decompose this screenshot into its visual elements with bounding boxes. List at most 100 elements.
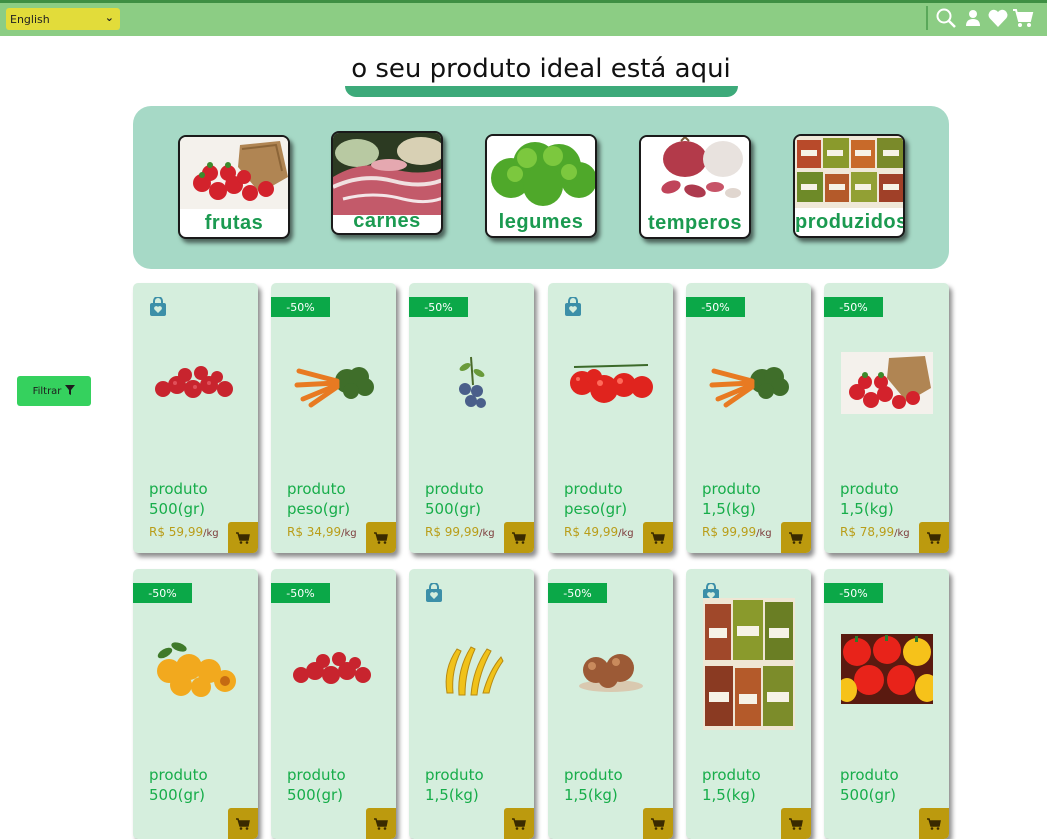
search-icon[interactable] <box>935 7 957 29</box>
price-value: R$ 99,99 <box>702 525 757 539</box>
price-unit: /kg <box>618 528 634 539</box>
language-select-value: English <box>10 12 50 26</box>
blueberries-image <box>421 343 522 423</box>
category-label: frutas <box>204 212 264 234</box>
heart-icon[interactable] <box>987 7 1009 29</box>
filter-button[interactable]: Filtrar <box>17 376 91 406</box>
product-card[interactable]: produto 1,5(kg) <box>686 569 811 839</box>
carrots-image <box>283 343 384 423</box>
tomatoes-image <box>560 343 661 423</box>
product-name: produto 500(gr) <box>149 480 208 518</box>
apricots-image <box>145 629 246 709</box>
shopping-bag-icon[interactable] <box>425 582 443 603</box>
add-to-cart-button[interactable] <box>366 522 396 553</box>
add-to-cart-button[interactable] <box>919 808 949 839</box>
product-card[interactable]: -50% produto 500(gr) R$ 99,99/kg <box>409 283 534 553</box>
raspberries-image <box>283 629 384 709</box>
add-to-cart-button[interactable] <box>366 808 396 839</box>
shopping-bag-icon[interactable] <box>149 296 167 317</box>
product-card[interactable]: -50% produto 1,5(kg) R$ 99,99/kg <box>686 283 811 553</box>
carrots-image <box>698 343 799 423</box>
product-price: R$ 59,99/kg <box>149 525 219 539</box>
add-to-cart-button[interactable] <box>643 808 673 839</box>
shopping-bag-icon[interactable] <box>564 296 582 317</box>
peppers-image <box>836 629 937 709</box>
product-name: produto 500(gr) <box>149 766 208 804</box>
discount-badge: -50% <box>271 297 330 317</box>
product-price: R$ 34,99/kg <box>287 525 357 539</box>
product-card[interactable]: -50% produto 500(gr) <box>271 569 396 839</box>
jars-image <box>795 136 903 208</box>
product-price: R$ 99,99/kg <box>702 525 772 539</box>
add-to-cart-button[interactable] <box>643 522 673 553</box>
category-card-produzidos[interactable]: produzidos <box>793 134 905 238</box>
category-panel: frutas carnes legumes temperos produzido… <box>133 106 949 269</box>
category-card-carnes[interactable]: carnes <box>331 131 443 235</box>
product-card[interactable]: -50% produto 500(gr) <box>133 569 258 839</box>
price-unit: /kg <box>341 528 357 539</box>
garlic-image <box>641 137 749 209</box>
product-name: produto peso(gr) <box>287 480 351 518</box>
bananas-image <box>421 629 522 709</box>
filter-icon <box>65 384 76 398</box>
price-unit: /kg <box>894 528 910 539</box>
lettuce-image <box>487 136 595 208</box>
price-unit: /kg <box>203 528 219 539</box>
category-label: produzidos <box>795 211 905 233</box>
discount-badge: -50% <box>409 297 468 317</box>
jars-image <box>698 597 799 731</box>
product-card[interactable]: -50% produto 500(gr) <box>824 569 949 839</box>
header-divider <box>926 6 928 30</box>
category-card-frutas[interactable]: frutas <box>178 135 290 239</box>
cart-icon[interactable] <box>1012 7 1034 29</box>
category-label: temperos <box>647 212 743 234</box>
strawberries-image <box>836 343 937 423</box>
product-name: produto peso(gr) <box>564 480 628 518</box>
user-icon[interactable] <box>962 7 984 29</box>
language-select[interactable]: English ⌄ <box>6 8 120 30</box>
category-card-legumes[interactable]: legumes <box>485 134 597 238</box>
chevron-down-icon: ⌄ <box>104 11 114 24</box>
product-card[interactable]: produto 1,5(kg) <box>409 569 534 839</box>
raspberries-image <box>145 343 246 423</box>
product-card[interactable]: -50% produto 1,5(kg) R$ 78,99/kg <box>824 283 949 553</box>
product-name: produto 1,5(kg) <box>702 480 761 518</box>
add-to-cart-button[interactable] <box>228 522 258 553</box>
filter-button-label: Filtrar <box>32 385 62 397</box>
price-value: R$ 34,99 <box>287 525 342 539</box>
product-card[interactable]: produto peso(gr) R$ 49,99/kg <box>548 283 673 553</box>
discount-badge: -50% <box>271 583 330 603</box>
price-value: R$ 49,99 <box>564 525 619 539</box>
product-name: produto 1,5(kg) <box>564 766 623 804</box>
add-to-cart-button[interactable] <box>504 522 534 553</box>
category-card-temperos[interactable]: temperos <box>639 135 751 239</box>
product-card[interactable]: -50% produto peso(gr) R$ 34,99/kg <box>271 283 396 553</box>
discount-badge: -50% <box>133 583 192 603</box>
price-unit: /kg <box>756 528 772 539</box>
add-to-cart-button[interactable] <box>781 808 811 839</box>
add-to-cart-button[interactable] <box>919 522 949 553</box>
discount-badge: -50% <box>548 583 607 603</box>
product-card[interactable]: produto 500(gr) R$ 59,99/kg <box>133 283 258 553</box>
price-unit: /kg <box>479 528 495 539</box>
page-title-text: o seu produto ideal está aqui <box>351 54 731 84</box>
product-card[interactable]: -50% produto 1,5(kg) <box>548 569 673 839</box>
product-name: produto 1,5(kg) <box>425 766 484 804</box>
category-label: legumes <box>498 211 584 233</box>
product-name: produto 500(gr) <box>425 480 484 518</box>
price-value: R$ 59,99 <box>149 525 204 539</box>
category-label: carnes <box>353 210 421 232</box>
product-price: R$ 49,99/kg <box>564 525 634 539</box>
price-value: R$ 78,99 <box>840 525 895 539</box>
meat-image <box>333 133 441 215</box>
product-price: R$ 99,99/kg <box>425 525 495 539</box>
discount-badge: -50% <box>686 297 745 317</box>
add-to-cart-button[interactable] <box>504 808 534 839</box>
price-value: R$ 99,99 <box>425 525 480 539</box>
add-to-cart-button[interactable] <box>781 522 811 553</box>
add-to-cart-button[interactable] <box>228 808 258 839</box>
product-name: produto 500(gr) <box>840 766 899 804</box>
onions-image <box>560 629 661 709</box>
top-bar: English ⌄ <box>0 0 1047 36</box>
product-name: produto 500(gr) <box>287 766 346 804</box>
